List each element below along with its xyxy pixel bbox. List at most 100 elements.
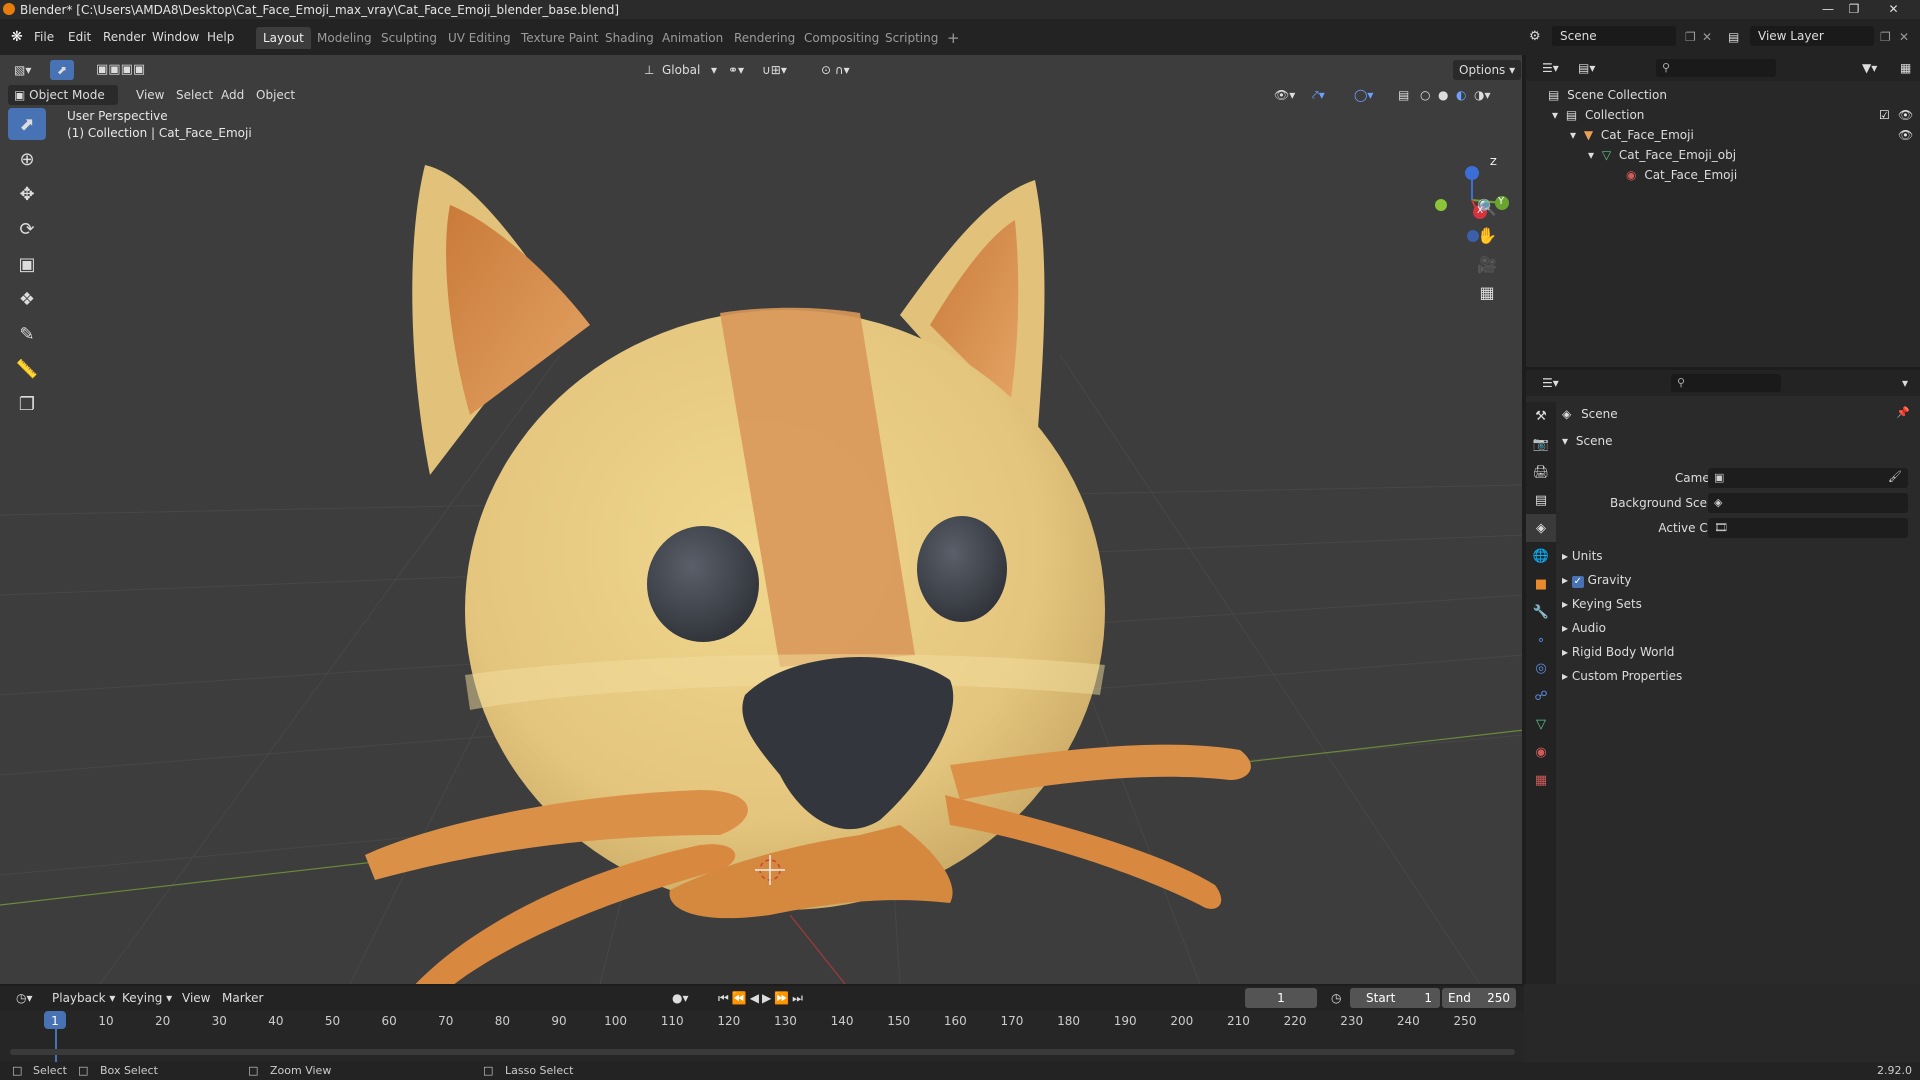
current-frame-field[interactable]: 1 xyxy=(1245,988,1317,1008)
keying-sets-panel[interactable]: ▸ Keying Sets xyxy=(1562,593,1642,615)
scene-selector-icon[interactable]: ⚙ xyxy=(1526,27,1544,47)
mode-selector[interactable]: ▣ Object Mode ▾ xyxy=(8,85,118,122)
record-icon[interactable]: ●▾ xyxy=(666,988,695,1008)
properties-search-input[interactable]: ⚲ xyxy=(1671,374,1781,392)
view-layer-tab-icon[interactable]: ▤ xyxy=(1526,486,1556,514)
properties-editor-type-icon[interactable]: ☰▾ xyxy=(1536,373,1565,393)
timeline-editor-type-icon[interactable]: ◷▾ xyxy=(10,988,39,1008)
scene-tab-icon[interactable]: ◈ xyxy=(1526,514,1556,542)
overlays-toggle-icon[interactable]: ◯▾ xyxy=(1348,85,1379,105)
menu-marker[interactable]: Marker xyxy=(216,988,269,1008)
output-tab-icon[interactable]: 🖨 xyxy=(1526,458,1556,486)
menu-object[interactable]: Object xyxy=(250,85,301,105)
minimize-button[interactable]: — xyxy=(1815,0,1841,19)
tab-modeling[interactable]: Modeling xyxy=(310,27,379,49)
menu-help[interactable]: Help xyxy=(204,27,237,47)
outliner-row-scene-collection[interactable]: ▤ Scene Collection xyxy=(1526,85,1920,105)
texture-tab-icon[interactable]: ▦ xyxy=(1526,766,1556,794)
expand-arrow-icon[interactable]: ▾ xyxy=(1570,128,1576,142)
scene-name-field[interactable]: Scene xyxy=(1552,26,1676,46)
custom-properties-panel[interactable]: ▸ Custom Properties xyxy=(1562,665,1682,687)
gravity-checkbox[interactable]: ✓ xyxy=(1571,576,1584,588)
scale-tool-icon[interactable]: ▣ xyxy=(8,248,46,280)
view-layer-field[interactable]: View Layer xyxy=(1750,26,1874,46)
physics-tab-icon[interactable]: ◎ xyxy=(1526,654,1556,682)
selection-modes-icon[interactable]: ▣▣▣▣ xyxy=(90,60,151,80)
tab-scripting[interactable]: Scripting xyxy=(878,27,945,49)
blender-menu-icon[interactable]: ❋ xyxy=(8,27,26,47)
data-tab-icon[interactable]: ▽ xyxy=(1526,710,1556,738)
editor-type-icon[interactable]: ▧▾ xyxy=(8,60,37,80)
menu-edit[interactable]: Edit xyxy=(65,27,94,47)
playback-controls[interactable]: ⏮⏪◀▶⏩⏭ xyxy=(712,988,812,1008)
world-tab-icon[interactable]: 🌐 xyxy=(1526,542,1556,570)
proportional-edit-icon[interactable]: ⊙ ∩▾ xyxy=(815,60,856,80)
tab-compositing[interactable]: Compositing xyxy=(797,27,886,49)
menu-keying[interactable]: Keying ▾ xyxy=(116,988,178,1008)
tab-shading[interactable]: Shading xyxy=(598,27,661,49)
pivot-point-icon[interactable]: ⚭▾ xyxy=(722,60,750,80)
outliner-editor-type-icon[interactable]: ☰▾ xyxy=(1536,58,1565,78)
end-frame-field[interactable]: End 250 xyxy=(1442,988,1516,1008)
eyedropper-icon[interactable]: 🖌 xyxy=(1888,470,1902,483)
tab-texture-paint[interactable]: Texture Paint xyxy=(514,27,605,49)
tab-sculpting[interactable]: Sculpting xyxy=(374,27,444,49)
delete-scene-icon[interactable]: ✕ xyxy=(1699,27,1715,47)
measure-tool-icon[interactable]: 📏 xyxy=(8,353,46,385)
tab-layout[interactable]: Layout xyxy=(256,27,311,49)
select-box-tool-icon[interactable]: ⬈ xyxy=(50,60,74,80)
new-view-layer-icon[interactable]: ❐ xyxy=(1877,27,1894,47)
menu-view[interactable]: View xyxy=(130,85,170,105)
visibility-eye-icon[interactable]: 👁 xyxy=(1898,105,1913,125)
expand-arrow-icon[interactable]: ▾ xyxy=(1588,148,1594,162)
xray-toggle-icon[interactable]: ▤ xyxy=(1392,85,1415,105)
menu-add[interactable]: Add xyxy=(215,85,250,105)
outliner-row-material[interactable]: ◉ Cat_Face_Emoji xyxy=(1526,165,1920,185)
cursor-tool-icon[interactable]: ⊕ xyxy=(8,143,46,175)
visibility-eye-icon[interactable]: 👁 xyxy=(1898,125,1913,145)
camera-field[interactable]: ▣ 🖌 xyxy=(1708,468,1908,488)
tool-tab-icon[interactable]: ⚒ xyxy=(1526,402,1556,430)
menu-file[interactable]: File xyxy=(31,27,57,47)
maximize-button[interactable]: ❐ xyxy=(1841,0,1867,19)
render-tab-icon[interactable]: 📷 xyxy=(1526,430,1556,458)
gizmo-y-label[interactable]: Y xyxy=(1498,196,1504,207)
view-layer-icon[interactable]: ▤ xyxy=(1725,27,1742,47)
outliner-row-collection[interactable]: ▾ ▤ Collection ☑ 👁 xyxy=(1526,105,1920,125)
menu-window[interactable]: Window xyxy=(149,27,202,47)
camera-view-icon[interactable]: 🎥 xyxy=(1474,252,1500,278)
gizmo-z-label[interactable]: Z xyxy=(1490,157,1497,168)
rendered-shading-icon[interactable]: ◑▾ xyxy=(1468,85,1497,105)
transform-tool-icon[interactable]: ❖ xyxy=(8,283,46,315)
add-workspace-icon[interactable]: + xyxy=(940,27,967,49)
filter-icon[interactable]: ▼▾ xyxy=(1856,58,1883,78)
gizmo-toggle-icon[interactable]: ⤤▾ xyxy=(1306,85,1331,105)
outliner-row-mesh[interactable]: ▾ ▽ Cat_Face_Emoji_obj xyxy=(1526,145,1920,165)
tab-rendering[interactable]: Rendering xyxy=(727,27,802,49)
menu-select[interactable]: Select xyxy=(170,85,219,105)
audio-panel[interactable]: ▸ Audio xyxy=(1562,617,1606,639)
ortho-toggle-icon[interactable]: ▦ xyxy=(1474,280,1500,306)
select-tool-icon[interactable]: ⬈ xyxy=(8,108,46,140)
scene-panel-header[interactable]: ▾ Scene xyxy=(1562,430,1612,452)
menu-playback[interactable]: Playback ▾ xyxy=(46,988,121,1008)
gizmo-x-label[interactable]: X xyxy=(1477,206,1483,216)
new-scene-icon[interactable]: ❐ xyxy=(1682,27,1699,47)
exclude-checkbox[interactable]: ☑ xyxy=(1879,105,1890,125)
object-tab-icon[interactable]: ■ xyxy=(1526,570,1556,598)
outliner-search-input[interactable]: ⚲ xyxy=(1656,59,1776,77)
menu-render[interactable]: Render xyxy=(100,27,149,47)
gravity-panel[interactable]: ▸ ✓ Gravity xyxy=(1562,569,1632,591)
particles-tab-icon[interactable]: ∘ xyxy=(1526,626,1556,654)
pin-icon[interactable]: 📌 xyxy=(1896,406,1910,419)
new-collection-icon[interactable]: ▦ xyxy=(1894,58,1917,78)
rotate-tool-icon[interactable]: ⟳ xyxy=(8,213,46,245)
rigid-body-world-panel[interactable]: ▸ Rigid Body World xyxy=(1562,641,1674,663)
transform-orientation-dropdown[interactable]: Global xyxy=(656,60,706,80)
timeline-scrollbar[interactable] xyxy=(10,1049,1515,1055)
constraints-tab-icon[interactable]: ☍ xyxy=(1526,682,1556,710)
pan-view-icon[interactable]: ✋ xyxy=(1474,223,1500,249)
options-dropdown[interactable]: Options ▾ xyxy=(1453,60,1522,80)
tab-uv-editing[interactable]: UV Editing xyxy=(441,27,518,49)
snap-icon[interactable]: ∪⊞▾ xyxy=(756,60,793,80)
